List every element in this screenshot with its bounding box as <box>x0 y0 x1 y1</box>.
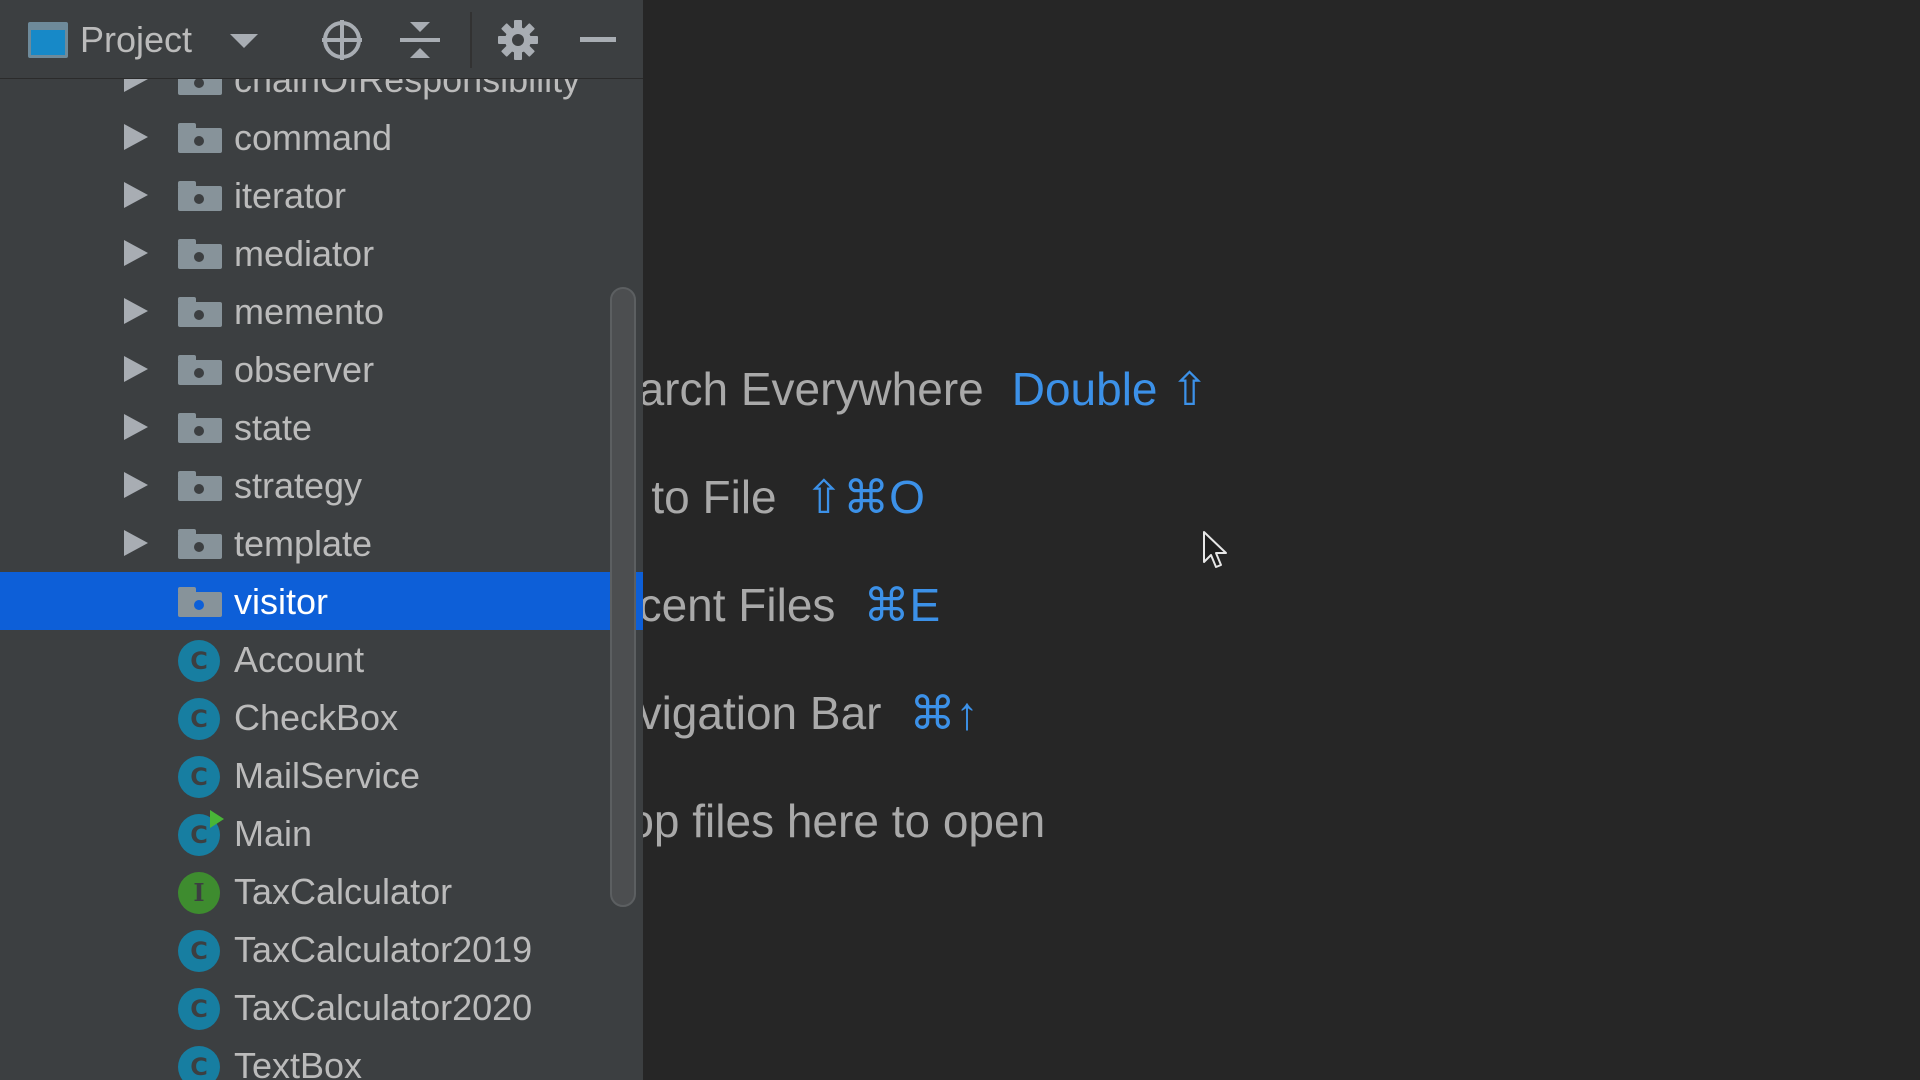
chevron-down-icon[interactable] <box>220 16 268 64</box>
mouse-pointer-icon <box>1203 531 1227 568</box>
tree-item-class[interactable]: C Account <box>0 630 643 688</box>
class-icon: C <box>178 1046 220 1080</box>
tree-item-package[interactable]: mediator <box>0 224 643 282</box>
class-icon: C <box>178 698 220 740</box>
collapse-all-icon[interactable] <box>396 16 444 64</box>
header-separator <box>470 12 472 68</box>
hint-shortcut: ⇧⌘O <box>804 471 925 523</box>
tree-item-label: MailService <box>234 755 421 796</box>
package-folder-icon <box>178 239 222 269</box>
expand-arrow-icon[interactable] <box>124 530 148 556</box>
tree-item-label: TaxCalculator2020 <box>234 987 533 1028</box>
tree-item-package[interactable]: observer <box>0 340 643 398</box>
tree-item-label: command <box>234 117 393 158</box>
hint-label: o to File <box>643 471 777 523</box>
gear-icon[interactable] <box>494 16 542 64</box>
class-icon: C <box>178 756 220 798</box>
tree-item-package[interactable]: state <box>0 398 643 456</box>
tree-item-package[interactable]: iterator <box>0 166 643 224</box>
project-window-icon <box>28 22 68 58</box>
editor-hint: rop files here to open <box>643 791 1045 851</box>
project-view-selector[interactable]: Project <box>80 18 192 62</box>
package-folder-icon <box>178 413 222 443</box>
tree-item-class[interactable]: C Main <box>0 804 643 862</box>
tree-scrollbar-thumb[interactable] <box>610 287 636 907</box>
hint-label: ecent Files <box>643 579 836 631</box>
tree-item-label: Main <box>234 813 313 854</box>
hint-label: avigation Bar <box>643 687 882 739</box>
tree-item-package[interactable]: strategy <box>0 456 643 514</box>
hint-shortcut: Double ⇧ <box>1011 363 1209 415</box>
interface-icon: I <box>178 872 220 914</box>
class-icon: C <box>178 640 220 682</box>
expand-arrow-icon[interactable] <box>124 182 148 208</box>
package-folder-icon <box>178 297 222 327</box>
editor-empty-area: earch Everywhere Double ⇧ o to File ⇧⌘O ecen… <box>643 0 1920 1080</box>
expand-arrow-icon[interactable] <box>124 356 148 382</box>
tree-item-label: TextBox <box>234 1045 363 1080</box>
class-icon: C <box>178 930 220 972</box>
tree-item-class[interactable]: C TaxCalculator2019 <box>0 920 643 978</box>
package-folder-icon <box>178 529 222 559</box>
tree-item-package[interactable]: memento <box>0 282 643 340</box>
minimize-icon[interactable] <box>574 16 622 64</box>
class-icon: C <box>178 988 220 1030</box>
tree-item-label: CheckBox <box>234 697 399 738</box>
tree-item-class[interactable]: I TaxCalculator <box>0 862 643 920</box>
package-folder-icon <box>178 471 222 501</box>
tree-item-class[interactable]: C TaxCalculator2020 <box>0 978 643 1036</box>
tree-item-label: TaxCalculator2019 <box>234 929 533 970</box>
tree-item-label: memento <box>234 291 385 332</box>
editor-hint: o to File ⇧⌘O <box>643 467 925 527</box>
expand-arrow-icon[interactable] <box>124 414 148 440</box>
tree-item-package[interactable]: command <box>0 108 643 166</box>
hint-shortcut: ⌘E <box>863 579 941 631</box>
package-folder-icon <box>178 181 222 211</box>
expand-arrow-icon[interactable] <box>124 298 148 324</box>
tree-item-class[interactable]: C MailService <box>0 746 643 804</box>
tree-item-label: visitor <box>234 581 329 622</box>
tree-item-label: mediator <box>234 233 375 274</box>
project-header: Project <box>0 0 643 79</box>
editor-hint: earch Everywhere Double ⇧ <box>643 359 1209 419</box>
tree-item-class[interactable]: C TextBox <box>0 1036 643 1080</box>
editor-hint: ecent Files ⌘E <box>643 575 940 635</box>
tree-item-label: observer <box>234 349 375 390</box>
hint-label: earch Everywhere <box>643 363 984 415</box>
tree-item-label: Account <box>234 639 365 680</box>
tree-item-label: iterator <box>234 175 347 216</box>
package-folder-icon <box>178 355 222 385</box>
hint-shortcut: ⌘↑ <box>909 687 979 739</box>
locate-target-icon[interactable] <box>318 16 366 64</box>
expand-arrow-icon[interactable] <box>124 240 148 266</box>
tree-item-label: strategy <box>234 465 363 506</box>
run-marker-icon <box>210 810 224 828</box>
tree-item-package[interactable]: visitor <box>0 572 643 630</box>
tree-item-label: TaxCalculator <box>234 871 453 912</box>
tree-item-package[interactable]: template <box>0 514 643 572</box>
hint-label: rop files here to open <box>643 795 1046 847</box>
package-folder-icon <box>178 123 222 153</box>
expand-arrow-icon[interactable] <box>124 472 148 498</box>
tree-item-label: state <box>234 407 313 448</box>
expand-arrow-icon[interactable] <box>124 124 148 150</box>
editor-hint: avigation Bar ⌘↑ <box>643 683 979 743</box>
tree-item-class[interactable]: C CheckBox <box>0 688 643 746</box>
package-folder-icon <box>178 587 222 617</box>
tree-item-label: template <box>234 523 373 564</box>
project-tool-window: chainOfResponsibility command iterator medi… <box>0 0 643 1080</box>
